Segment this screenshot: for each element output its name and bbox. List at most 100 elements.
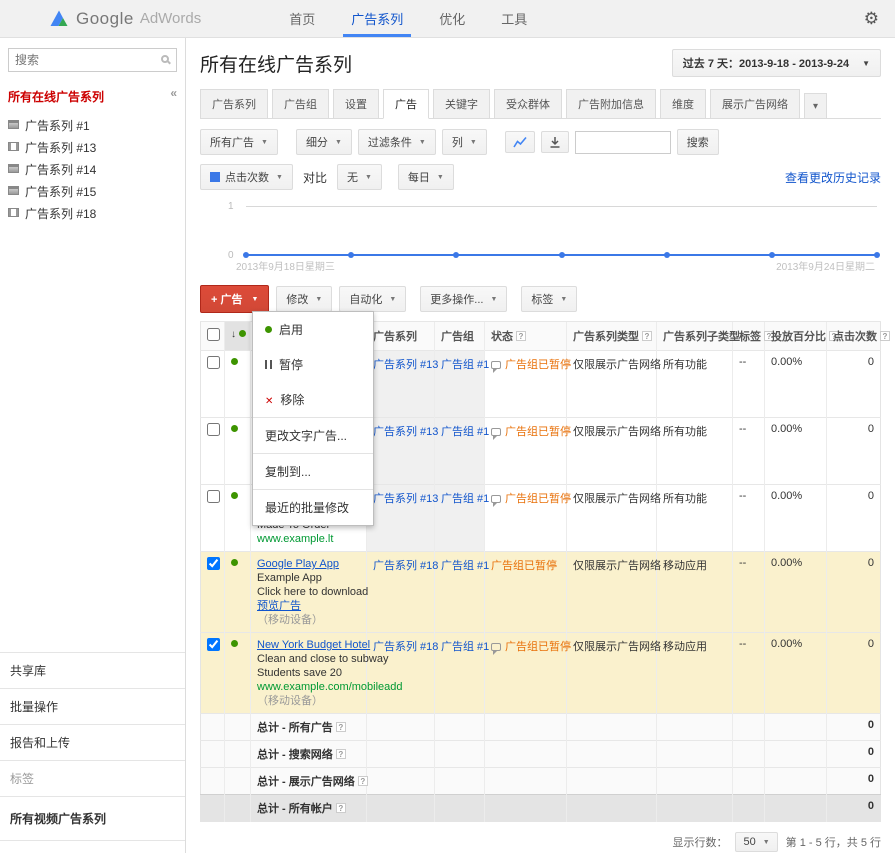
ad-headline-link[interactable]: Google Play App [257,558,339,570]
sidebar-campaign-13[interactable]: 广告系列 #13 [8,137,177,159]
help-icon[interactable] [516,331,526,341]
sidebar-campaign-1[interactable]: 广告系列 #1 [8,115,177,137]
menu-item-remove[interactable]: 移除 [253,382,373,417]
tab-adgroups[interactable]: 广告组 [272,89,329,119]
status-text: 广告组已暂停 [491,560,557,572]
tab-audiences[interactable]: 受众群体 [494,89,562,119]
automate-button[interactable]: 自动化 [339,286,406,312]
header-clicks[interactable]: 点击次数 [827,322,881,351]
menu-item-copy-to[interactable]: 复制到... [253,454,373,489]
help-icon[interactable] [880,331,890,341]
sidebar-collapse-icon[interactable] [170,88,177,98]
header-served[interactable]: 投放百分比 [765,322,827,351]
header-status[interactable]: 状态 [485,322,567,351]
toggle-chart-button[interactable] [505,131,535,153]
sidebar-campaign-18[interactable]: 广告系列 #18 [8,203,177,225]
campaign-folder-icon [8,186,19,195]
data-point [559,252,565,258]
campaign-link[interactable]: 广告系列 #18 [373,641,438,653]
nav-campaigns[interactable]: 广告系列 [333,0,421,37]
adgroup-link[interactable]: 广告组 #1 [441,493,489,505]
help-icon[interactable] [336,803,346,813]
settings-gear-icon[interactable] [864,9,879,29]
metric-select-button[interactable]: 点击次数 [200,164,293,190]
select-all-checkbox[interactable] [207,328,220,341]
campaign-subtype: 移动应用 [657,552,733,633]
ad-display-url: www.example.com/mobileadd [257,680,360,694]
edit-button[interactable]: 修改 [276,286,332,312]
row-checkbox[interactable] [207,557,220,570]
header-campaign-subtype[interactable]: 广告系列子类型 [657,322,733,351]
row-checkbox[interactable] [207,356,220,369]
adgroup-link[interactable]: 广告组 #1 [441,426,489,438]
compare-select-button[interactable]: 无 [337,164,382,190]
header-campaign-type[interactable]: 广告系列类型 [567,322,657,351]
search-button[interactable]: 搜索 [677,129,719,155]
campaign-subtype: 所有功能 [657,485,733,552]
tab-keywords[interactable]: 关键字 [433,89,490,119]
columns-button[interactable]: 列 [442,129,487,155]
totals-label: 总计 - 搜索网络 [257,749,333,761]
download-icon [549,136,561,148]
status-sort-header[interactable] [225,322,251,351]
tab-ads[interactable]: 广告 [383,89,429,119]
tab-display-network[interactable]: 展示广告网络 [710,89,800,119]
view-filter-button[interactable]: 所有广告 [200,129,278,155]
segment-button[interactable]: 细分 [296,129,352,155]
adgroup-link[interactable]: 广告组 #1 [441,560,489,572]
help-icon[interactable] [642,331,652,341]
menu-item-recent-bulk-edits[interactable]: 最近的批量修改 [253,490,373,525]
nav-home[interactable]: 首页 [271,0,333,37]
filter-button[interactable]: 过滤条件 [358,129,436,155]
campaign-link[interactable]: 广告系列 #18 [373,560,438,572]
menu-label: 启用 [279,321,303,338]
tab-campaigns[interactable]: 广告系列 [200,89,268,119]
tab-more-chevron-icon[interactable] [804,93,827,119]
help-icon[interactable] [358,776,368,786]
granularity-select-button[interactable]: 每日 [398,164,454,190]
download-button[interactable] [541,131,569,153]
sidebar-item-video-campaigns[interactable]: 所有视频广告系列 [0,796,185,841]
header-adgroup[interactable]: 广告组 [435,322,485,351]
row-checkbox[interactable] [207,423,220,436]
help-icon[interactable] [336,722,346,732]
page-size-select[interactable]: 50 [735,832,777,852]
header-campaign[interactable]: 广告系列 [367,322,435,351]
menu-item-enable[interactable]: 启用 [253,312,373,347]
ad-headline-link[interactable]: New York Budget Hotel [257,639,370,651]
labels-value: -- [733,552,765,633]
sidebar-campaign-15[interactable]: 广告系列 #15 [8,181,177,203]
nav-opportunities[interactable]: 优化 [421,0,483,37]
sidebar-search-input[interactable] [8,48,177,72]
change-history-link[interactable]: 查看更改历史记录 [785,169,881,186]
sidebar-item-shared-library[interactable]: 共享库 [0,652,185,688]
date-range-button[interactable]: 过去 7 天：2013-9-18 - 2013-9-24 [672,49,881,77]
adgroup-link[interactable]: 广告组 #1 [441,641,489,653]
clicks-value: 0 [827,485,881,552]
more-actions-button[interactable]: 更多操作... [420,286,507,312]
sidebar-campaign-14[interactable]: 广告系列 #14 [8,159,177,181]
all-online-campaigns-label[interactable]: 所有在线广告系列 [8,88,104,105]
add-ad-button[interactable]: + 广告 [200,285,269,313]
ad-description: Click here to download [257,585,360,599]
ad-preview-link[interactable]: 预览广告 [257,600,301,612]
labels-button[interactable]: 标签 [521,286,577,312]
sidebar-item-reports-uploads[interactable]: 报告和上传 [0,724,185,760]
row-checkbox[interactable] [207,490,220,503]
help-icon[interactable] [336,749,346,759]
table-search-input[interactable] [575,131,671,154]
tab-settings[interactable]: 设置 [333,89,379,119]
campaign-link[interactable]: 广告系列 #13 [373,426,438,438]
tab-ad-extensions[interactable]: 广告附加信息 [566,89,656,119]
tab-dimensions[interactable]: 维度 [660,89,706,119]
adgroup-link[interactable]: 广告组 #1 [441,359,489,371]
campaign-link[interactable]: 广告系列 #13 [373,493,438,505]
nav-tools[interactable]: 工具 [483,0,545,37]
campaign-link[interactable]: 广告系列 #13 [373,359,438,371]
row-checkbox[interactable] [207,638,220,651]
menu-item-pause[interactable]: 暂停 [253,347,373,382]
sidebar-item-labels[interactable]: 标签 [0,760,185,796]
sidebar-item-bulk-operations[interactable]: 批量操作 [0,688,185,724]
menu-item-change-text-ads[interactable]: 更改文字广告... [253,418,373,453]
tab-strip: 广告系列 广告组 设置 广告 关键字 受众群体 广告附加信息 维度 展示广告网络 [200,89,881,119]
